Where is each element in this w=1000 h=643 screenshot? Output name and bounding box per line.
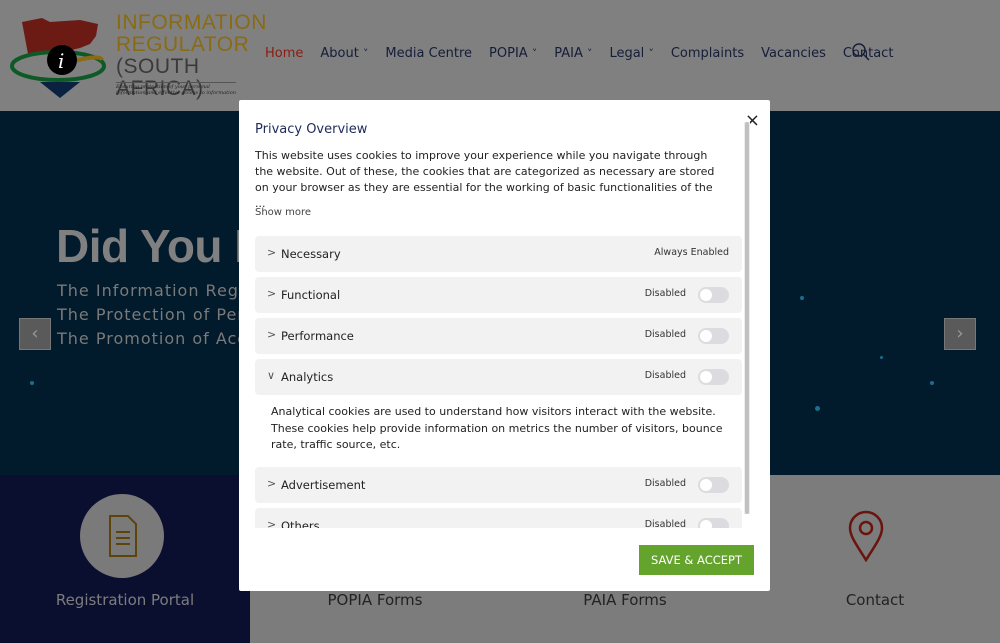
modal-title: Privacy Overview [255, 122, 368, 137]
nav-label: About [320, 46, 359, 61]
decor-dot [815, 406, 820, 411]
category-status: Disabled [644, 518, 686, 529]
nav-complaints[interactable]: Complaints [671, 46, 744, 61]
category-status: Always Enabled [654, 247, 729, 258]
card-contact[interactable]: Contact [750, 475, 1000, 643]
category-others[interactable]: > Others Disabled [255, 507, 742, 529]
hero-line: The Information Regul [57, 281, 256, 300]
chevron-right-icon: > [267, 476, 277, 490]
nav-media-centre[interactable]: Media Centre [385, 46, 472, 61]
analytics-toggle[interactable] [698, 369, 729, 385]
card-registration-portal[interactable]: Registration Portal [0, 475, 250, 643]
chevron-down-icon: ˅ [587, 47, 593, 60]
category-name: Analytics [281, 370, 334, 384]
decor-dot [800, 296, 804, 300]
logo-line: INFORMATION [116, 11, 267, 34]
decor-dot [880, 356, 883, 359]
nav-label: POPIA [489, 46, 528, 61]
decor-dot [30, 381, 34, 385]
logo-emblem-icon: i [10, 18, 106, 98]
nav-about[interactable]: About ˅ [320, 46, 368, 61]
chevron-down-icon: ˅ [531, 47, 538, 60]
chevron-right-icon: > [267, 287, 277, 300]
scrollbar-thumb[interactable] [745, 122, 749, 514]
card-title: Contact [845, 591, 905, 609]
card-title: POPIA Forms [327, 591, 423, 609]
chevron-down-icon: ∨ [267, 369, 276, 382]
cookie-categories: > Necessary Always Enabled > Functional … [255, 236, 742, 528]
save-accept-button[interactable]: SAVE & ACCEPT [639, 545, 754, 575]
chevron-right-icon: > [267, 517, 277, 529]
hero-title: Did You K [56, 220, 268, 272]
category-analytics[interactable]: ∨ Analytics Disabled [255, 359, 742, 395]
chevron-right-icon: > [267, 328, 277, 341]
category-status: Disabled [644, 288, 686, 299]
nav-home[interactable]: Home [265, 46, 303, 61]
category-functional[interactable]: > Functional Disabled [255, 277, 742, 313]
map-pin-icon [848, 510, 884, 562]
category-advertisement[interactable]: > Advertisement Disabled [255, 466, 742, 503]
nav-vacancies[interactable]: Vacancies [761, 46, 826, 61]
show-more-link[interactable]: Show more [255, 207, 311, 218]
card-title: Registration Portal [55, 591, 195, 609]
others-toggle[interactable] [698, 517, 729, 528]
chevron-right-icon: > [267, 246, 277, 259]
category-name: Necessary [281, 247, 341, 261]
svg-text:i: i [58, 49, 64, 73]
category-status: Disabled [644, 329, 686, 340]
hero-line: The Protection of Pers [57, 305, 255, 324]
nav-label: PAIA [554, 46, 583, 61]
slider-prev-button[interactable]: ‹ [19, 318, 51, 350]
nav-popia[interactable]: POPIA ˅ [489, 46, 537, 61]
chevron-down-icon: ˅ [362, 47, 369, 60]
advertisement-toggle[interactable] [698, 476, 729, 493]
slider-next-button[interactable]: › [944, 318, 976, 350]
category-name: Functional [281, 288, 341, 302]
functional-toggle[interactable] [698, 287, 729, 303]
document-icon [80, 494, 164, 578]
logo-line: REGULATOR [116, 33, 250, 56]
cookie-preferences-modal: × Privacy Overview This website uses coo… [239, 100, 770, 591]
nav-label: Legal [609, 46, 645, 61]
decor-dot [930, 381, 934, 385]
site-header: i INFORMATION REGULATOR (SOUTH AFRICA) E… [0, 0, 1000, 111]
main-nav: Home About ˅ Media Centre POPIA ˅ PAIA ˅… [265, 46, 910, 61]
category-status: Disabled [644, 370, 686, 381]
category-name: Performance [281, 329, 354, 343]
performance-toggle[interactable] [698, 328, 729, 344]
chevron-down-icon: ˅ [648, 47, 654, 60]
logo-tagline: Ensuring protection of your personal inf… [116, 82, 236, 96]
category-necessary[interactable]: > Necessary Always Enabled [255, 236, 742, 272]
category-name: Others [281, 518, 320, 529]
nav-legal[interactable]: Legal ˅ [609, 46, 653, 61]
category-performance[interactable]: > Performance Disabled [255, 318, 742, 354]
card-title: PAIA Forms [583, 591, 667, 609]
hero-line: The Promotion of Acce [57, 329, 258, 348]
logo[interactable]: i INFORMATION REGULATOR (SOUTH AFRICA) E… [10, 12, 266, 100]
nav-paia[interactable]: PAIA ˅ [554, 46, 592, 61]
category-status: Disabled [644, 477, 686, 489]
category-name: Advertisement [281, 477, 366, 492]
analytics-description: Analytical cookies are used to understan… [271, 405, 723, 451]
search-icon[interactable] [852, 43, 870, 61]
modal-description: This website uses cookies to improve you… [255, 149, 715, 210]
